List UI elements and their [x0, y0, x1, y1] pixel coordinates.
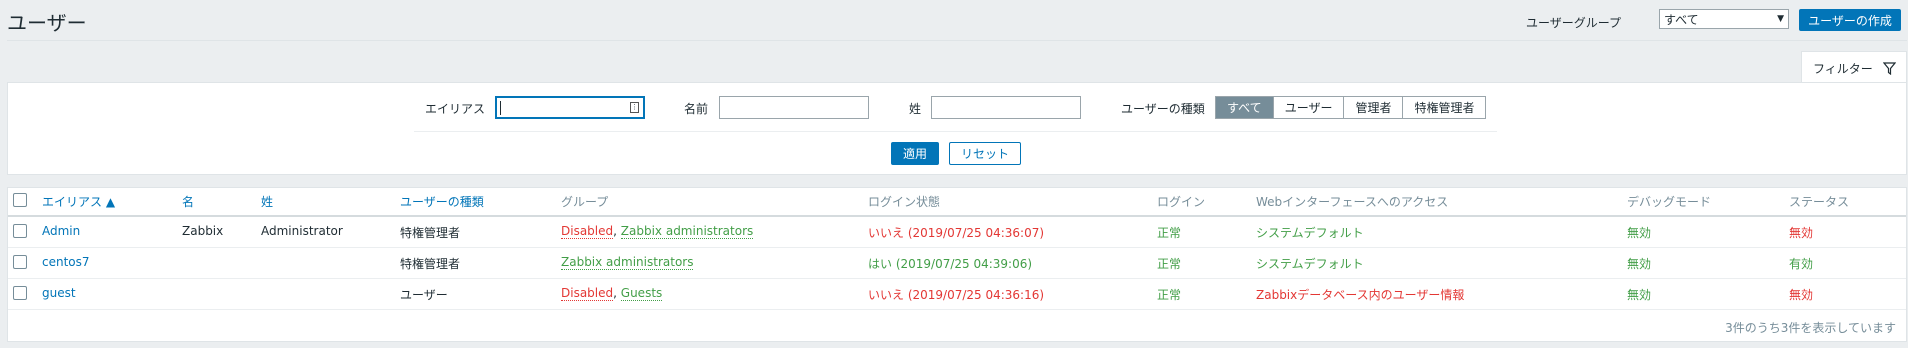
group-link[interactable]: Zabbix administrators — [561, 255, 694, 270]
column-header-login-status: ログイン状態 — [868, 195, 941, 209]
alias-filter-label: エイリアス — [425, 102, 486, 116]
user-group-select[interactable]: すべて ▼ — [1659, 9, 1789, 29]
filter-tab-label: フィルター — [1813, 61, 1873, 76]
group-link[interactable]: Guests — [620, 286, 663, 301]
header-divider — [7, 40, 1907, 41]
autofill-icon: ⋮ — [630, 102, 639, 113]
column-header-debug-mode: デバッグモード — [1627, 195, 1712, 209]
column-header-status: ステータス — [1789, 195, 1850, 209]
user-alias-link[interactable]: centos7 — [42, 255, 90, 269]
user-type: ユーザー — [400, 288, 448, 302]
debug-mode: 無効 — [1627, 226, 1652, 240]
login-state: 正常 — [1157, 226, 1182, 240]
user-type: 特権管理者 — [400, 257, 461, 271]
usertype-option-user[interactable]: ユーザー — [1273, 97, 1345, 118]
chevron-down-icon: ▼ — [1777, 14, 1784, 24]
name-filter-input[interactable] — [719, 96, 869, 119]
table-header-divider — [8, 215, 1906, 217]
row-divider — [8, 247, 1906, 248]
user-groups: Disabled, Guests — [561, 286, 663, 301]
filter-divider — [414, 131, 1497, 132]
user-surname: Administrator — [261, 224, 343, 238]
reset-button[interactable]: リセット — [949, 142, 1021, 165]
surname-filter-label: 姓 — [909, 102, 922, 116]
user-status: 無効 — [1789, 226, 1814, 240]
user-status: 無効 — [1789, 288, 1814, 302]
row-divider — [8, 309, 1906, 310]
user-group-select-value: すべて — [1664, 12, 1699, 27]
alias-filter-input[interactable]: ⋮ — [495, 96, 645, 119]
user-name: Zabbix — [182, 224, 224, 238]
user-groups: Disabled, Zabbix administrators — [561, 224, 754, 239]
login-state: 正常 — [1157, 288, 1182, 302]
group-separator: , — [613, 286, 621, 300]
user-group-label: ユーザーグループ — [1526, 16, 1622, 30]
group-link[interactable]: Disabled — [561, 224, 614, 239]
column-header-surname[interactable]: 姓 — [261, 193, 273, 210]
frontend-access: Zabbixデータベース内のユーザー情報 — [1256, 288, 1465, 302]
row-checkbox[interactable] — [13, 286, 27, 300]
name-filter-label: 名前 — [684, 102, 709, 116]
user-alias-link[interactable]: Admin — [42, 224, 80, 238]
column-header-usertype[interactable]: ユーザーの種類 — [400, 193, 484, 210]
usertype-segmented-control: すべて ユーザー 管理者 特権管理者 — [1215, 96, 1487, 119]
login-status: はい (2019/07/25 04:39:06) — [868, 257, 1033, 271]
usertype-option-admin[interactable]: 管理者 — [1344, 97, 1404, 118]
usertype-option-all[interactable]: すべて — [1216, 97, 1274, 118]
create-user-button[interactable]: ユーザーの作成 — [1799, 9, 1901, 31]
column-header-login: ログイン — [1157, 195, 1206, 209]
row-checkbox[interactable] — [13, 224, 27, 238]
frontend-access: システムデフォルト — [1256, 257, 1364, 271]
column-header-name[interactable]: 名 — [182, 193, 194, 210]
login-status: いいえ (2019/07/25 04:36:16) — [868, 288, 1045, 302]
select-all-checkbox[interactable] — [13, 193, 27, 207]
user-groups: Zabbix administrators — [561, 255, 694, 270]
user-type: 特権管理者 — [400, 226, 461, 240]
user-alias-link[interactable]: guest — [42, 286, 76, 300]
filter-tab[interactable]: フィルター — [1801, 51, 1907, 84]
usertype-option-superadmin[interactable]: 特権管理者 — [1403, 97, 1486, 118]
debug-mode: 無効 — [1627, 257, 1652, 271]
login-state: 正常 — [1157, 257, 1182, 271]
login-status: いいえ (2019/07/25 04:36:07) — [868, 226, 1045, 240]
text-caret — [500, 101, 501, 115]
user-status: 有効 — [1789, 257, 1814, 271]
row-divider — [8, 278, 1906, 279]
group-link[interactable]: Disabled — [561, 286, 614, 301]
usertype-filter-label: ユーザーの種類 — [1121, 102, 1205, 116]
filter-icon — [1882, 61, 1896, 75]
column-header-groups: グループ — [561, 195, 609, 209]
column-header-frontend-access: Webインターフェースへのアクセス — [1256, 195, 1449, 209]
group-link[interactable]: Zabbix administrators — [620, 224, 754, 239]
group-separator: , — [613, 224, 621, 238]
table-footer-count: 3件のうち3件を表示しています — [1725, 321, 1896, 335]
column-header-alias[interactable]: エイリアス ▲ — [42, 193, 115, 210]
frontend-access: システムデフォルト — [1256, 226, 1364, 240]
debug-mode: 無効 — [1627, 288, 1652, 302]
apply-button[interactable]: 適用 — [891, 142, 939, 165]
row-checkbox[interactable] — [13, 255, 27, 269]
surname-filter-input[interactable] — [931, 96, 1081, 119]
page-title: ユーザー — [7, 11, 87, 35]
